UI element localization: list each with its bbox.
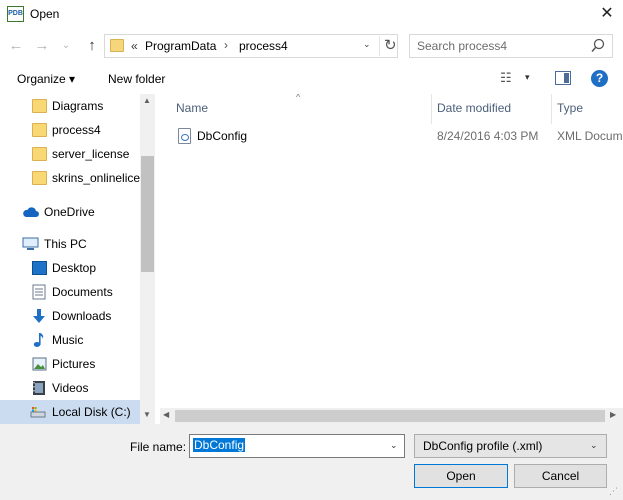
breadcrumb-programdata[interactable]: ProgramData [145,39,216,53]
navigation-scrollbar[interactable]: ▲ ▼ [140,94,155,424]
file-name-cell: DbConfig [197,129,248,143]
sidebar-item-server-license[interactable]: server_license [0,142,140,166]
folder-icon [32,171,47,185]
videos-icon [33,381,45,395]
folder-icon [32,99,47,113]
sidebar-item-videos[interactable]: Videos [0,376,140,400]
title-bar: PDB Open ✕ [0,0,623,30]
column-header-type[interactable]: Type [557,101,583,115]
sidebar-item-label: Music [52,333,84,347]
sidebar-item-label: skrins_onlinelicense [52,171,140,185]
search-input[interactable]: Search process4 [417,39,507,53]
folder-icon [32,147,47,161]
recent-locations-button[interactable]: ⌄ [59,35,73,57]
sidebar-item-label: Pictures [52,357,96,371]
new-folder-button[interactable]: New folder [108,72,165,86]
address-dropdown-button[interactable]: ⌄ [363,39,371,50]
file-name-label: File name: [130,440,187,454]
drive-icon [30,407,46,418]
scrollbar-thumb[interactable] [141,156,154,272]
view-options-dropdown[interactable]: ▾ [525,72,530,83]
pictures-icon [32,357,47,371]
file-name-input[interactable]: DbConfig ⌄ [189,434,405,458]
scroll-down-icon[interactable]: ▼ [143,410,151,419]
file-name-dropdown-icon[interactable]: ⌄ [390,440,398,451]
navigation-pane[interactable]: Diagrams process4 server_license skrins_… [0,94,155,424]
sidebar-item-this-pc[interactable]: This PC [0,232,140,256]
desktop-icon [32,261,47,275]
column-divider[interactable] [551,94,552,124]
computer-icon [22,237,39,250]
sidebar-item-diagrams[interactable]: Diagrams [0,94,140,118]
back-button[interactable]: ← [6,35,26,57]
sidebar-item-pictures[interactable]: Pictures [0,352,140,376]
file-type-cell: XML Document [557,129,623,143]
column-header-name[interactable]: Name [176,101,208,115]
documents-icon [32,284,46,300]
sidebar-item-local-disk[interactable]: Local Disk (C:) [0,400,140,424]
scroll-left-icon[interactable]: ◀ [163,410,169,419]
scrollbar-thumb[interactable] [175,410,605,422]
sidebar-item-label: server_license [52,147,130,161]
sidebar-item-downloads[interactable]: Downloads [0,304,140,328]
breadcrumb-process4[interactable]: process4 [239,39,288,53]
scroll-up-icon[interactable]: ▲ [143,96,151,105]
horizontal-scrollbar[interactable]: ◀ ▶ [160,408,623,424]
column-divider[interactable] [431,94,432,124]
help-icon[interactable]: ? [591,70,608,87]
sidebar-item-desktop[interactable]: Desktop [0,256,140,280]
search-box[interactable]: Search process4 [409,34,613,58]
download-icon [33,309,45,323]
sidebar-item-label: Diagrams [52,99,104,113]
sidebar-item-label: Desktop [52,261,97,275]
cloud-icon [23,207,39,217]
breadcrumb-separator[interactable]: › [224,38,228,52]
window-title: Open [30,7,60,21]
forward-button[interactable]: → [32,35,52,57]
file-name-value[interactable]: DbConfig [193,438,246,452]
sidebar-item-skrins-onlinelicense[interactable]: skrins_onlinelicense [0,166,140,190]
open-button[interactable]: Open [414,464,508,488]
folder-icon [110,39,124,52]
file-list[interactable]: ^ Name Date modified Type DbConfig 8/24/… [160,94,623,424]
search-icon[interactable] [590,37,606,55]
dialog-footer: File name: DbConfig ⌄ DbConfig profile (… [0,424,623,500]
sort-ascending-icon: ^ [296,94,301,102]
sidebar-item-label: process4 [52,123,101,137]
change-view-icon[interactable]: ☷ [500,70,512,86]
sidebar-item-label: Downloads [52,309,112,323]
command-bar: Organize ▾ New folder ☷ ▾ ? [0,64,623,94]
cancel-button[interactable]: Cancel [514,464,607,488]
sidebar-item-label: OneDrive [44,205,95,219]
address-bar[interactable]: « ProgramData › process4 ⌄ ↻ [104,34,398,58]
app-icon: PDB [7,6,24,22]
table-row[interactable]: DbConfig 8/24/2016 4:03 PM XML Document [160,124,623,148]
file-type-select[interactable]: DbConfig profile (.xml) ⌄ [414,434,607,458]
preview-pane-icon[interactable] [555,71,571,85]
scroll-right-icon[interactable]: ▶ [610,410,616,419]
refresh-button[interactable]: ↻ [379,36,397,56]
sidebar-item-label: Videos [52,381,89,395]
sidebar-item-label: This PC [44,237,87,251]
sidebar-item-onedrive[interactable]: OneDrive [0,200,140,224]
breadcrumb-overflow[interactable]: « [131,39,138,53]
resize-grip-icon[interactable]: ⋰ [609,486,618,497]
music-icon [33,333,44,347]
sidebar-item-process4[interactable]: process4 [0,118,140,142]
folder-icon [32,123,47,137]
sidebar-item-label: Documents [52,285,113,299]
file-type-value: DbConfig profile (.xml) [423,439,543,453]
column-header-date-modified[interactable]: Date modified [437,101,511,115]
file-date-cell: 8/24/2016 4:03 PM [437,129,539,143]
sidebar-item-music[interactable]: Music [0,328,140,352]
sidebar-item-documents[interactable]: Documents [0,280,140,304]
organize-button[interactable]: Organize ▾ [17,72,75,86]
xml-file-icon [178,128,191,144]
sidebar-item-label: Local Disk (C:) [52,405,131,419]
close-button[interactable]: ✕ [593,2,621,26]
up-button[interactable]: ↑ [82,35,102,57]
chevron-down-icon[interactable]: ⌄ [590,440,598,451]
